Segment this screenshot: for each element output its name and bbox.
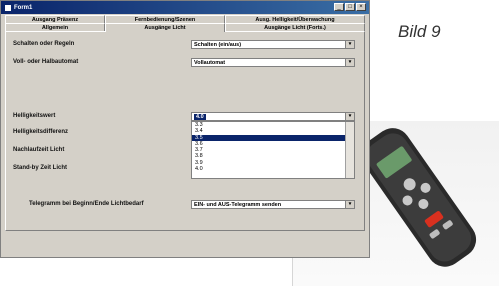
helligkeit-select[interactable]: 4.0 ▾ <box>191 112 355 121</box>
chevron-down-icon[interactable]: ▾ <box>345 113 354 120</box>
telegramm-select-value: EIN- und AUS-Telegramm senden <box>194 202 282 208</box>
figure-caption: Bild 9 <box>398 22 441 41</box>
tab-ausgaenge-licht[interactable]: Ausgänge Licht <box>105 23 225 32</box>
nachlauf-label: Nachlaufzeit Licht <box>13 147 65 153</box>
form-window: Form1 _ □ × Ausgang Präsenz Fernbedienun… <box>0 0 370 258</box>
close-button[interactable]: × <box>356 3 366 11</box>
maximize-button[interactable]: □ <box>345 3 355 11</box>
schalten-select-value: Schalten (ein/aus) <box>194 42 242 48</box>
standby-label: Stand-by Zeit Licht <box>13 165 67 171</box>
app-icon <box>5 4 11 11</box>
tab-ausgang-praesenz[interactable]: Ausgang Präsenz <box>5 15 105 23</box>
vollauto-label: Voll- oder Halbautomat <box>13 59 79 65</box>
chevron-down-icon[interactable]: ▾ <box>345 201 354 208</box>
window-title: Form1 <box>14 4 33 11</box>
title-bar: Form1 _ □ × <box>1 1 369 14</box>
diff-label: Helligkeitsdifferenz <box>13 129 69 135</box>
chevron-down-icon[interactable]: ▾ <box>345 59 354 66</box>
chevron-down-icon[interactable]: ▾ <box>345 41 354 48</box>
schalten-label: Schalten oder Regeln <box>13 41 75 47</box>
dropdown-scrollbar[interactable] <box>345 122 354 178</box>
helligkeit-select-value: 4.0 <box>194 114 206 120</box>
helligkeit-dropdown-list[interactable]: 3.3 3.4 3.5 3.6 3.7 3.8 3.9 4.0 <box>191 121 355 179</box>
dropdown-option[interactable]: 4.0 <box>192 166 354 172</box>
telegramm-select[interactable]: EIN- und AUS-Telegramm senden ▾ <box>191 200 355 209</box>
tab-fernbedienung-szenen[interactable]: Fernbedienung/Szenen <box>105 15 225 23</box>
tab-allgemein[interactable]: Allgemein <box>5 23 105 31</box>
minimize-button[interactable]: _ <box>334 3 344 11</box>
vollauto-select-value: Vollautomat <box>194 60 226 66</box>
tab-ausg-helligkeit-ueberwachung[interactable]: Ausg. Helligkeit/Überwachung <box>225 15 365 23</box>
helligkeit-label: Helligkeitswert <box>13 113 56 119</box>
tab-ausgaenge-licht-forts[interactable]: Ausgänge Licht (Forts.) <box>225 23 365 31</box>
schalten-select[interactable]: Schalten (ein/aus) ▾ <box>191 40 355 49</box>
telegramm-label: Telegramm bei Beginn/Ende Lichtbedarf <box>29 201 144 207</box>
vollauto-select[interactable]: Vollautomat ▾ <box>191 58 355 67</box>
